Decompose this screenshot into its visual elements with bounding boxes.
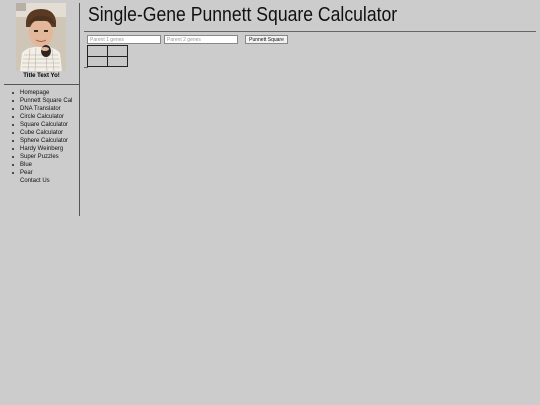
bullet-icon <box>12 124 14 126</box>
sidebar-nav-link[interactable]: DNA Translator <box>20 106 61 112</box>
sidebar-nav-item: Super Puzzles <box>12 153 72 161</box>
bullet-icon <box>12 172 14 174</box>
sidebar: Title Text Yo! Homepage Punnett Square Ca… <box>4 3 80 216</box>
bullet-icon <box>12 140 14 142</box>
sidebar-nav-link[interactable]: Circle Calculator <box>20 114 64 120</box>
grid-row <box>87 55 128 67</box>
sidebar-nav: Homepage Punnett Square Cal DNA Translator… <box>12 89 72 185</box>
sidebar-nav-link[interactable]: Sphere Calculator <box>20 138 68 144</box>
grid-row <box>87 45 128 57</box>
bullet-icon <box>12 132 14 134</box>
parent2-genes-input[interactable] <box>164 35 238 44</box>
bullet-icon <box>12 148 14 150</box>
parent1-genes-input[interactable] <box>87 35 161 44</box>
bullet-icon <box>12 156 14 158</box>
sidebar-nav-item: Homepage <box>12 89 72 97</box>
page-title: Single-Gene Punnett Square Calculator <box>88 4 398 26</box>
sidebar-nav-link[interactable]: Contact Us <box>20 178 50 184</box>
bullet-icon <box>12 92 14 94</box>
sidebar-nav-link[interactable]: Punnett Square Cal <box>20 98 72 104</box>
sidebar-nav-link[interactable]: Super Puzzles <box>20 154 59 160</box>
sidebar-nav-link[interactable]: Homepage <box>20 90 49 96</box>
bullet-icon <box>12 116 14 118</box>
sidebar-nav-link[interactable]: Cube Calculator <box>20 130 63 136</box>
grid-cell <box>87 45 108 57</box>
avatar-photo <box>16 3 66 71</box>
sidebar-nav-item: Circle Calculator <box>12 113 72 121</box>
punnett-grid <box>87 45 128 67</box>
sidebar-nav-link[interactable]: Square Calculator <box>20 122 68 128</box>
sidebar-nav-item: Cube Calculator <box>12 129 72 137</box>
sidebar-nav-link[interactable]: Blue <box>20 162 32 168</box>
title-divider <box>84 31 536 32</box>
sidebar-nav-item: Contact Us <box>12 177 72 185</box>
sidebar-nav-link[interactable]: Pear <box>20 170 33 176</box>
sidebar-nav-item: Blue <box>12 161 72 169</box>
grid-cell <box>107 55 128 67</box>
sidebar-nav-item: Punnett Square Cal <box>12 97 72 105</box>
sidebar-nav-item: DNA Translator <box>12 105 72 113</box>
sidebar-nav-item: Square Calculator <box>12 121 72 129</box>
grid-cell <box>87 55 108 67</box>
site-title: Title Text Yo! <box>23 73 60 79</box>
bullet-icon <box>12 100 14 102</box>
avatar <box>16 3 66 71</box>
sidebar-divider <box>4 84 79 85</box>
bullet-icon <box>12 108 14 110</box>
sidebar-nav-item: Pear <box>12 169 72 177</box>
bullet-icon <box>12 164 14 166</box>
sidebar-nav-item: Sphere Calculator <box>12 137 72 145</box>
sidebar-nav-link[interactable]: Hardy Weinberg <box>20 146 63 152</box>
sidebar-nav-item: Hardy Weinberg <box>12 145 72 153</box>
grid-marker <box>84 67 88 68</box>
grid-cell <box>107 45 128 57</box>
punnett-square-button[interactable]: Punnett Square <box>245 35 288 44</box>
